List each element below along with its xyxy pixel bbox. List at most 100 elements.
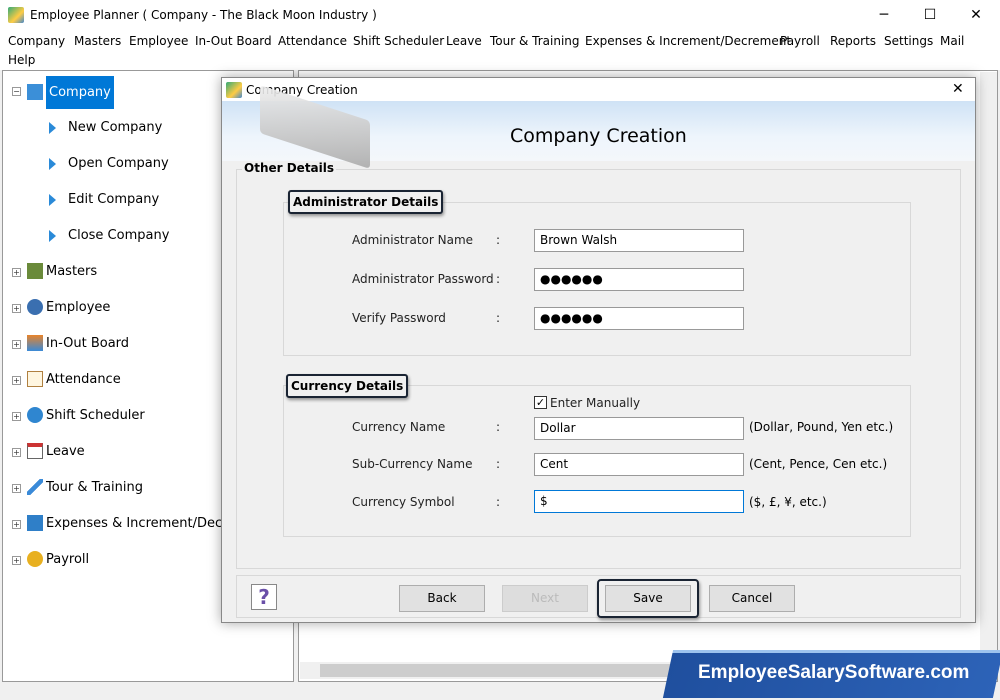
vertical-scrollbar[interactable]: [980, 72, 997, 662]
expand-icon[interactable]: +: [12, 268, 21, 277]
enter-manually-checkbox[interactable]: ✓: [534, 396, 547, 409]
coin-icon: [27, 551, 43, 567]
arrow-icon: [49, 157, 56, 170]
calendar-icon: [27, 443, 43, 459]
menu-bar: Company Masters Employee In-Out Board At…: [0, 30, 1000, 70]
attendance-icon: [27, 371, 43, 387]
collapse-icon[interactable]: −: [12, 87, 21, 96]
verify-password-label: Verify Password: [352, 311, 446, 325]
arrow-icon: [49, 193, 56, 206]
menu-payroll[interactable]: Payroll: [780, 34, 820, 48]
currency-symbol-label: Currency Symbol: [352, 495, 455, 509]
currency-name-label: Currency Name: [352, 420, 446, 434]
tree-item-employee[interactable]: Employee: [27, 299, 110, 315]
expand-icon[interactable]: +: [12, 448, 21, 457]
tree-item-label: Open Company: [68, 156, 169, 171]
tree-item-label: Shift Scheduler: [46, 407, 145, 423]
dialog-heading: Company Creation: [510, 125, 687, 147]
tree-item-open-company[interactable]: Open Company: [49, 156, 169, 171]
dialog-close-button[interactable]: ✕: [952, 81, 964, 97]
expand-icon[interactable]: +: [12, 520, 21, 529]
menu-masters[interactable]: Masters: [74, 34, 121, 48]
employee-icon: [27, 299, 43, 315]
airplane-icon: [27, 479, 43, 495]
colon: :: [496, 457, 501, 471]
expand-icon[interactable]: +: [12, 412, 21, 421]
menu-attendance[interactable]: Attendance: [278, 34, 347, 48]
tree-item-attendance[interactable]: Attendance: [27, 371, 121, 387]
tree-item-shift-scheduler[interactable]: Shift Scheduler: [27, 407, 145, 423]
back-button[interactable]: Back: [399, 585, 485, 612]
currency-name-input[interactable]: Dollar: [534, 417, 744, 440]
menu-mail[interactable]: Mail: [940, 34, 964, 48]
menu-company[interactable]: Company: [8, 34, 65, 48]
expand-icon[interactable]: +: [12, 484, 21, 493]
menu-settings[interactable]: Settings: [884, 34, 933, 48]
sub-currency-label: Sub-Currency Name: [352, 457, 473, 471]
tree-item-masters[interactable]: Masters: [27, 263, 97, 279]
clock-icon: [27, 407, 43, 423]
dialog-banner: Company Creation: [222, 85, 975, 169]
help-button[interactable]: ?: [251, 584, 277, 610]
next-button[interactable]: Next: [502, 585, 588, 612]
expand-icon[interactable]: +: [12, 556, 21, 565]
admin-password-input[interactable]: ●●●●●●: [534, 268, 744, 291]
colon: :: [496, 272, 501, 286]
tree-item-edit-company[interactable]: Edit Company: [49, 192, 159, 207]
currency-details-label: Currency Details: [286, 374, 409, 398]
menu-tour-training[interactable]: Tour & Training: [490, 34, 580, 48]
colon: :: [496, 420, 501, 434]
window-title: Employee Planner ( Company - The Black M…: [30, 8, 377, 22]
company-creation-dialog: Company Creation ✕ Company Creation Othe…: [221, 77, 976, 623]
tree-item-in-out-board[interactable]: In-Out Board: [27, 335, 129, 351]
menu-help[interactable]: Help: [8, 53, 35, 67]
tree-item-tour-training[interactable]: Tour & Training: [27, 479, 143, 495]
admin-name-input[interactable]: Brown Walsh: [534, 229, 744, 252]
close-button[interactable]: ✕: [965, 4, 987, 26]
title-bar: Employee Planner ( Company - The Black M…: [0, 0, 1000, 30]
tree-item-label: Employee: [46, 299, 111, 315]
colon: :: [496, 233, 501, 247]
save-button[interactable]: Save: [605, 585, 691, 612]
colon: :: [496, 495, 501, 509]
menu-expenses[interactable]: Expenses & Increment/Decrement: [585, 34, 791, 48]
maximize-button[interactable]: ☐: [919, 4, 941, 26]
dialog-title-bar: Company Creation ✕: [222, 78, 975, 101]
arrow-icon: [49, 121, 56, 134]
menu-shift-scheduler[interactable]: Shift Scheduler: [353, 34, 444, 48]
arrow-icon: [49, 229, 56, 242]
sub-currency-hint: (Cent, Pence, Cen etc.): [749, 457, 888, 471]
minimize-button[interactable]: ─: [873, 4, 895, 26]
tree-item-leave[interactable]: Leave: [27, 443, 85, 459]
currency-symbol-hint: ($, £, ¥, etc.): [749, 495, 827, 509]
tree-item-label: Edit Company: [68, 192, 160, 207]
masters-icon: [27, 263, 43, 279]
cancel-button[interactable]: Cancel: [709, 585, 795, 612]
verify-password-input[interactable]: ●●●●●●: [534, 307, 744, 330]
tree-item-company[interactable]: Company: [27, 74, 114, 110]
admin-name-label: Administrator Name: [352, 233, 474, 247]
tree-item-close-company[interactable]: Close Company: [49, 228, 169, 243]
tree-item-label: Tour & Training: [46, 479, 143, 495]
tree-item-payroll[interactable]: Payroll: [27, 551, 89, 567]
colon: :: [496, 311, 501, 325]
tree-item-label: Payroll: [46, 551, 90, 567]
expand-icon[interactable]: +: [12, 376, 21, 385]
tree-item-label: Leave: [46, 443, 85, 459]
tree-item-label: New Company: [68, 120, 163, 135]
expand-icon[interactable]: +: [12, 340, 21, 349]
admin-details-label: Administrator Details: [288, 190, 444, 214]
currency-symbol-input[interactable]: $: [534, 490, 744, 513]
tree-item-new-company[interactable]: New Company: [49, 120, 162, 135]
expand-icon[interactable]: +: [12, 304, 21, 313]
tree-item-label: Attendance: [46, 371, 121, 387]
sub-currency-input[interactable]: Cent: [534, 453, 744, 476]
menu-reports[interactable]: Reports: [830, 34, 876, 48]
menu-in-out-board[interactable]: In-Out Board: [195, 34, 272, 48]
tree-item-label: Close Company: [68, 228, 170, 243]
menu-leave[interactable]: Leave: [446, 34, 482, 48]
app-icon: [8, 7, 24, 23]
menu-employee[interactable]: Employee: [129, 34, 188, 48]
tree-item-label: In-Out Board: [46, 335, 130, 351]
horizontal-scroll-thumb[interactable]: [320, 664, 720, 677]
